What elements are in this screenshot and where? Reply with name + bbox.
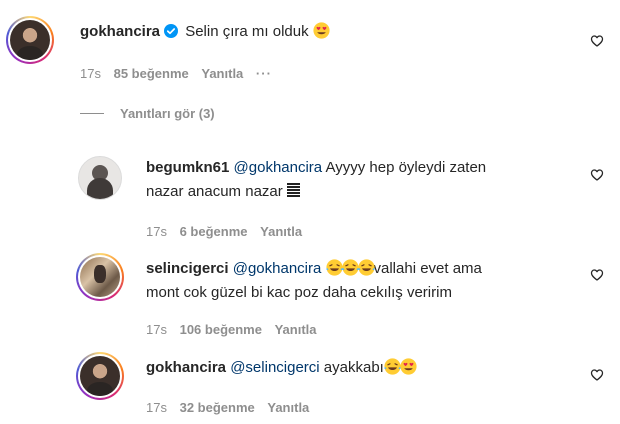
- comment-text: gokhancira Selin çıra mı olduk: [80, 22, 329, 42]
- reply-text-line2: nazar anacum nazar: [146, 182, 300, 202]
- comment-reply-button[interactable]: Yanıtla: [201, 66, 243, 81]
- reply-likes[interactable]: 106 beğenme: [180, 322, 262, 337]
- reply-username[interactable]: gokhancira: [146, 359, 226, 376]
- view-replies-toggle[interactable]: Yanıtları gör (3): [80, 106, 215, 121]
- comment-likes[interactable]: 85 beğenme: [114, 66, 189, 81]
- more-options-icon[interactable]: ···: [256, 66, 272, 81]
- reply-time[interactable]: 17s: [146, 224, 167, 239]
- avatar-gokhancira[interactable]: [6, 16, 54, 64]
- like-heart-icon[interactable]: [590, 268, 604, 282]
- laughing-tears-emoji-icon: [326, 259, 343, 276]
- reply-text: selincigerci @gokhancira vallahi evet am…: [146, 259, 482, 279]
- reply-reply-button[interactable]: Yanıtla: [260, 224, 302, 239]
- reply-body-line2: nazar anacum nazar: [146, 183, 283, 200]
- reply-likes[interactable]: 6 beğenme: [180, 224, 248, 239]
- reply-mention[interactable]: @gokhancira: [234, 159, 323, 176]
- reply-mention[interactable]: @selincigerci: [230, 359, 319, 376]
- reply-reply-button[interactable]: Yanıtla: [275, 322, 317, 337]
- view-replies-label[interactable]: Yanıtları gör (3): [120, 106, 215, 121]
- black-square-emoji-icon: [286, 183, 300, 198]
- reply-mention[interactable]: @gokhancira: [233, 260, 322, 277]
- reply-text-line2: mont cok güzel bi kac poz daha cekılış v…: [146, 283, 452, 303]
- reply-time[interactable]: 17s: [146, 322, 167, 337]
- heart-eyes-emoji-icon: [313, 22, 330, 39]
- laughing-tears-emoji-icon: [384, 358, 401, 375]
- laughing-tears-emoji-icon: [358, 259, 375, 276]
- reply-body-line1: ayakkabı: [323, 359, 384, 376]
- reply-meta: 17s 32 beğenme Yanıtla: [146, 400, 318, 416]
- reply-reply-button[interactable]: Yanıtla: [267, 400, 309, 415]
- comment-username[interactable]: gokhancira: [80, 23, 160, 40]
- reply-text: gokhancira @selincigerci ayakkabı: [146, 358, 416, 378]
- reply-body-line1: Ayyyy hep öyleydi zaten: [325, 159, 487, 176]
- avatar-selincigerci[interactable]: [76, 253, 124, 301]
- comment-time[interactable]: 17s: [80, 66, 101, 81]
- avatar-gokhancira[interactable]: [76, 352, 124, 400]
- verified-badge-icon: [164, 24, 179, 38]
- reply-body-line1: vallahi evet ama: [373, 260, 482, 277]
- reply-body-line2: mont cok güzel bi kac poz daha cekılış v…: [146, 284, 452, 301]
- reply-username[interactable]: selincigerci: [146, 260, 229, 277]
- heart-eyes-emoji-icon: [400, 358, 417, 375]
- like-heart-icon[interactable]: [590, 168, 604, 182]
- laughing-tears-emoji-icon: [342, 259, 359, 276]
- reply-meta: 17s 6 beğenme Yanıtla: [146, 224, 311, 240]
- reply-meta: 17s 106 beğenme Yanıtla: [146, 322, 326, 338]
- reply-time[interactable]: 17s: [146, 400, 167, 415]
- reply-text: begumkn61 @gokhancira Ayyyy hep öyleydi …: [146, 158, 486, 178]
- like-heart-icon[interactable]: [590, 34, 604, 48]
- avatar-begumkn61[interactable]: [78, 156, 122, 200]
- comment-meta: 17s 85 beğenme Yanıtla ···: [80, 66, 281, 82]
- reply-username[interactable]: begumkn61: [146, 159, 229, 176]
- divider-line: [80, 113, 104, 114]
- like-heart-icon[interactable]: [590, 368, 604, 382]
- reply-likes[interactable]: 32 beğenme: [180, 400, 255, 415]
- comment-body: Selin çıra mı olduk: [185, 23, 309, 40]
